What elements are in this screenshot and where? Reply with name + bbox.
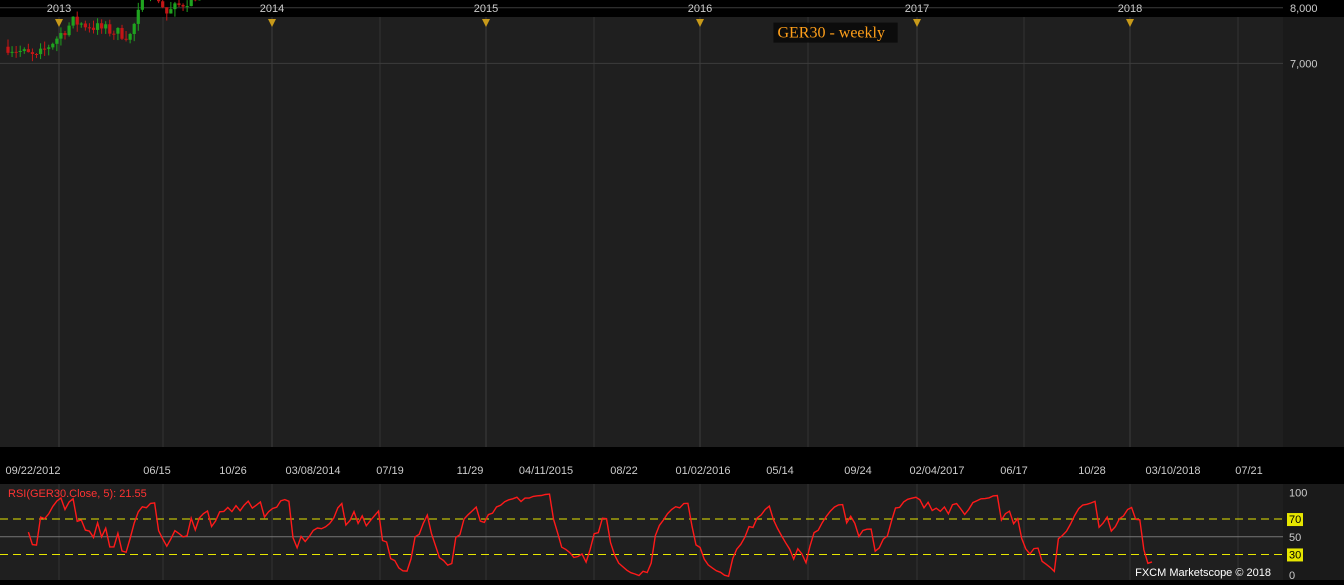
x-tick-label: 03/08/2014 — [285, 465, 340, 477]
candle-body — [157, 0, 160, 1]
candle-body — [190, 0, 193, 6]
year-marker-label: 2015 — [474, 3, 498, 15]
year-marker-label: 2016 — [688, 3, 712, 15]
x-tick-label: 10/26 — [219, 465, 247, 477]
x-tick-label: 07/21 — [1235, 465, 1263, 477]
candle-body — [165, 7, 168, 13]
rsi-tick-label: 100 — [1289, 488, 1307, 500]
y-tick-label: 8,000 — [1290, 3, 1318, 15]
candle-body — [31, 52, 34, 54]
candle-body — [120, 28, 123, 39]
rsi-tick-label: 0 — [1289, 570, 1295, 580]
candle-body — [19, 51, 22, 52]
candle-body — [137, 10, 140, 24]
candle-body — [72, 17, 75, 26]
y-tick-label: 7,000 — [1290, 58, 1318, 70]
candle-body — [59, 33, 62, 39]
candle-body — [27, 49, 30, 52]
candle-body — [169, 9, 172, 13]
price-panel — [0, 17, 1283, 447]
x-tick-label: 10/28 — [1078, 465, 1106, 477]
candle-body — [76, 17, 79, 25]
x-tick-label: 07/19 — [376, 465, 404, 477]
year-marker-label: 2018 — [1118, 3, 1142, 15]
annotation-label: GER30 - weekly — [777, 25, 885, 42]
candle-body — [10, 52, 13, 53]
candle-body — [116, 28, 119, 34]
price-axis-panel — [1283, 17, 1344, 447]
x-tick-label: 09/22/2012 — [5, 465, 60, 477]
candle-body — [88, 27, 91, 28]
candle-body — [100, 23, 103, 28]
x-tick-label: 05/14 — [766, 465, 794, 477]
candle-body — [6, 47, 9, 53]
x-tick-label: 04/11/2015 — [519, 465, 573, 477]
candle-body — [108, 24, 111, 33]
chart-window: short entryinitial target(extension like… — [0, 0, 1344, 580]
candle-body — [186, 6, 189, 7]
candle-body — [124, 39, 127, 40]
candle-body — [23, 49, 26, 51]
candle-body — [181, 5, 184, 7]
candle-body — [15, 52, 18, 53]
year-marker-label: 2013 — [47, 3, 71, 15]
year-marker-label: 2014 — [260, 3, 284, 15]
candle-body — [84, 24, 87, 28]
candle-body — [177, 3, 180, 5]
x-tick-label: 01/02/2016 — [675, 465, 730, 477]
watermark: FXCM Marketscope © 2018 — [1135, 567, 1271, 579]
x-tick-label: 11/29 — [457, 465, 484, 477]
candle-body — [161, 1, 164, 7]
candle-body — [104, 24, 107, 28]
candle-body — [35, 54, 38, 55]
candle-body — [112, 34, 115, 35]
candle-body — [129, 34, 132, 40]
rsi-tick-label: 70 — [1289, 514, 1301, 526]
candle-body — [80, 24, 83, 25]
year-marker-label: 2017 — [905, 3, 929, 15]
rsi-panel — [0, 484, 1283, 580]
rsi-tick-label: 30 — [1289, 549, 1301, 561]
x-tick-label: 09/24 — [844, 465, 872, 477]
candle-body — [92, 28, 95, 30]
candle-body — [96, 23, 99, 30]
x-tick-label: 06/15 — [143, 465, 171, 477]
price-chart: short entryinitial target(extension like… — [0, 0, 1344, 580]
x-tick-label: 06/17 — [1000, 465, 1028, 477]
candle-body — [63, 33, 66, 35]
candle-body — [173, 3, 176, 9]
candle-body — [47, 47, 50, 49]
x-tick-label: 08/22 — [610, 465, 638, 477]
candle-body — [51, 44, 54, 48]
rsi-title: RSI(GER30.Close, 5): 21.55 — [8, 488, 147, 500]
x-tick-label: 03/10/2018 — [1145, 465, 1200, 477]
candle-body — [141, 0, 144, 10]
candle-body — [55, 39, 58, 44]
candle-body — [67, 26, 70, 36]
candle-body — [39, 49, 42, 54]
rsi-tick-label: 50 — [1289, 532, 1301, 544]
x-tick-label: 02/04/2017 — [909, 465, 964, 477]
candle-body — [43, 49, 46, 50]
candle-body — [133, 24, 136, 34]
